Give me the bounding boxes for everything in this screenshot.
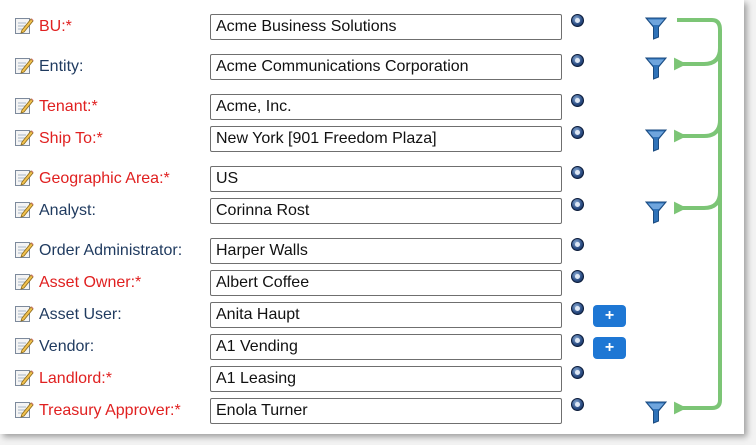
field-label-treasury-approver: Treasury Approver:* (39, 402, 181, 419)
lookup-dot-icon[interactable] (571, 94, 584, 107)
edit-pencil-icon[interactable] (14, 335, 34, 355)
field-label-order-administrator: Order Administrator: (39, 242, 183, 259)
filter-funnel-icon[interactable] (644, 16, 668, 40)
edit-pencil-icon[interactable] (14, 127, 34, 147)
lookup-dot-icon[interactable] (571, 126, 584, 139)
field-input-vendor[interactable] (210, 334, 562, 360)
form-row-landlord: Landlord:* (0, 366, 744, 394)
form-row-bu: BU:* (0, 14, 744, 42)
lookup-dot-icon[interactable] (571, 270, 584, 283)
form-row-vendor: Vendor: + (0, 334, 744, 362)
edit-pencil-icon[interactable] (14, 367, 34, 387)
field-input-ship-to[interactable] (210, 126, 562, 152)
field-input-landlord[interactable] (210, 366, 562, 392)
form-row-treasury-approver: Treasury Approver:* (0, 398, 744, 426)
lookup-dot-icon[interactable] (571, 14, 584, 27)
field-label-analyst: Analyst: (39, 202, 96, 219)
form-row-order-administrator: Order Administrator: (0, 238, 744, 266)
edit-pencil-icon[interactable] (14, 199, 34, 219)
edit-pencil-icon[interactable] (14, 95, 34, 115)
field-input-asset-user[interactable] (210, 302, 562, 328)
filter-funnel-icon[interactable] (644, 400, 668, 424)
form-row-asset-owner: Asset Owner:* (0, 270, 744, 298)
edit-pencil-icon[interactable] (14, 271, 34, 291)
field-label-entity: Entity: (39, 58, 84, 75)
filter-funnel-icon[interactable] (644, 200, 668, 224)
lookup-dot-icon[interactable] (571, 54, 584, 67)
field-input-order-administrator[interactable] (210, 238, 562, 264)
field-label-landlord: Landlord:* (39, 370, 112, 387)
lookup-dot-icon[interactable] (571, 238, 584, 251)
add-vendor-button[interactable]: + (593, 337, 626, 359)
field-input-tenant[interactable] (210, 94, 562, 120)
filter-funnel-icon[interactable] (644, 56, 668, 80)
field-label-asset-owner: Asset Owner:* (39, 274, 142, 291)
form-row-tenant: Tenant:* (0, 94, 744, 122)
lookup-dot-icon[interactable] (571, 302, 584, 315)
field-label-bu: BU:* (39, 18, 72, 35)
edit-pencil-icon[interactable] (14, 239, 34, 259)
filter-funnel-icon[interactable] (644, 128, 668, 152)
field-label-geographic-area: Geographic Area:* (39, 170, 170, 187)
form-panel: BU:* Entity: Tenant:* Ship To:* Geographic A… (0, 0, 744, 434)
field-label-ship-to: Ship To:* (39, 130, 103, 147)
field-label-asset-user: Asset User: (39, 306, 122, 323)
edit-pencil-icon[interactable] (14, 167, 34, 187)
edit-pencil-icon[interactable] (14, 15, 34, 35)
form-row-analyst: Analyst: (0, 198, 744, 226)
field-input-entity[interactable] (210, 54, 562, 80)
form-row-geographic-area: Geographic Area:* (0, 166, 744, 194)
field-input-geographic-area[interactable] (210, 166, 562, 192)
edit-pencil-icon[interactable] (14, 55, 34, 75)
lookup-dot-icon[interactable] (571, 334, 584, 347)
field-input-bu[interactable] (210, 14, 562, 40)
form-row-ship-to: Ship To:* (0, 126, 744, 154)
form-row-asset-user: Asset User: + (0, 302, 744, 330)
field-label-vendor: Vendor: (39, 338, 95, 355)
lookup-dot-icon[interactable] (571, 166, 584, 179)
field-input-analyst[interactable] (210, 198, 562, 224)
field-input-treasury-approver[interactable] (210, 398, 562, 424)
lookup-dot-icon[interactable] (571, 366, 584, 379)
field-input-asset-owner[interactable] (210, 270, 562, 296)
add-asset-user-button[interactable]: + (593, 305, 626, 327)
lookup-dot-icon[interactable] (571, 198, 584, 211)
form-row-entity: Entity: (0, 54, 744, 82)
edit-pencil-icon[interactable] (14, 399, 34, 419)
lookup-dot-icon[interactable] (571, 398, 584, 411)
field-label-tenant: Tenant:* (39, 98, 98, 115)
edit-pencil-icon[interactable] (14, 303, 34, 323)
